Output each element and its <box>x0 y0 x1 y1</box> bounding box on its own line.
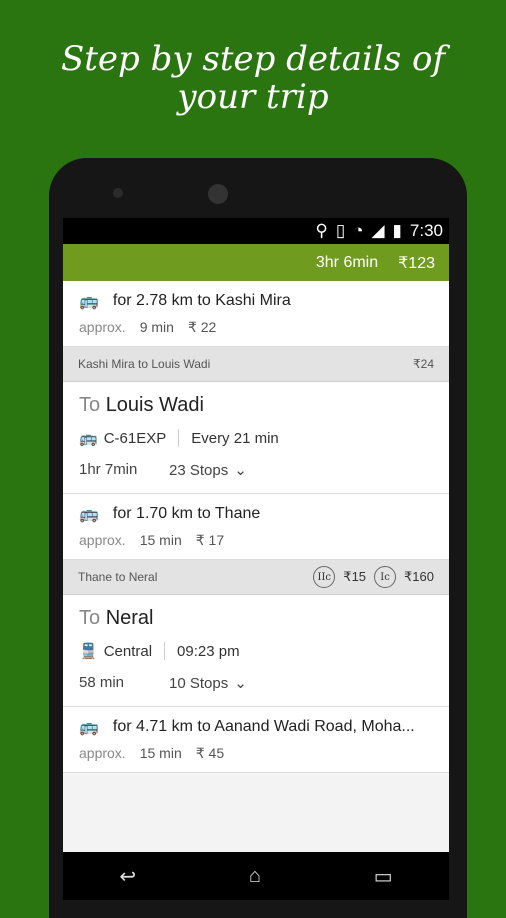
stops-count: 10 Stops <box>169 674 229 692</box>
chevron-down-icon: ⌄ <box>234 462 247 479</box>
approx-label: approx. <box>79 532 126 548</box>
walk-time: 15 min <box>139 745 182 761</box>
route-name: Central <box>103 642 153 660</box>
leg-header: Kashi Mira to Louis Wadi ₹24 <box>63 347 449 382</box>
leg-duration: 1hr 7min <box>79 461 138 478</box>
separator <box>178 429 180 447</box>
transit-leg[interactable]: To Neral 🚆 Central 09:23 pm 58 min 10 St… <box>63 595 449 707</box>
leg-header: Thane to Neral IIc ₹15 Ic ₹160 <box>63 560 449 595</box>
trip-summary: 3hr 6min ₹123 <box>63 244 449 281</box>
leg-destination: Louis Wadi <box>105 394 204 416</box>
trip-fare: ₹123 <box>398 254 435 272</box>
front-camera <box>113 188 123 198</box>
walk-fare: ₹ 17 <box>195 532 225 548</box>
train-icon: 🚆 <box>79 643 98 660</box>
bus-icon: 🚌 <box>79 506 99 523</box>
wifi-icon: ◔ <box>353 221 364 240</box>
bus-icon: 🚌 <box>79 430 98 447</box>
second-class-badge: IIc <box>313 566 336 588</box>
second-class-fare: ₹15 <box>343 569 367 584</box>
location-icon: ⚲ <box>315 221 328 240</box>
walk-step[interactable]: 🚌 for 1.70 km to Thane approx. 15 min ₹ … <box>63 494 449 560</box>
departure-time: 09:23 pm <box>177 642 240 660</box>
chevron-down-icon: ⌄ <box>234 675 247 692</box>
walk-text: for 4.71 km to Aanand Wadi Road, Moha... <box>112 718 415 735</box>
walk-text: for 1.70 km to Thane <box>112 505 261 522</box>
approx-label: approx. <box>79 319 126 335</box>
transit-leg[interactable]: To Louis Wadi 🚌 C-61EXP Every 21 min 1hr… <box>63 382 449 494</box>
headline: Step by step details of your trip <box>0 40 506 116</box>
leg-destination: Neral <box>105 607 154 629</box>
walk-time: 15 min <box>139 532 182 548</box>
leg-header-text: Kashi Mira to Louis Wadi <box>78 357 211 371</box>
recents-icon[interactable]: ▭ <box>374 864 393 889</box>
to-label: To <box>79 394 101 416</box>
to-label: To <box>79 607 101 629</box>
battery-icon: ▮ <box>392 221 402 240</box>
walk-time: 9 min <box>139 319 174 335</box>
stops-toggle[interactable]: 10 Stops ⌄ <box>169 674 247 693</box>
headline-line1: Step by step details of <box>60 39 446 79</box>
bus-icon: 🚌 <box>79 293 99 310</box>
approx-label: approx. <box>79 745 126 761</box>
walk-fare: ₹ 45 <box>195 745 225 761</box>
earpiece <box>208 184 228 204</box>
frequency: Every 21 min <box>191 429 279 447</box>
walk-text: for 2.78 km to Kashi Mira <box>112 292 291 309</box>
back-icon[interactable]: ↩ <box>119 864 136 889</box>
bus-icon: 🚌 <box>79 719 99 736</box>
trip-duration: 3hr 6min <box>315 253 379 271</box>
separator <box>164 642 166 660</box>
leg-header-text: Thane to Neral <box>78 570 158 584</box>
stops-toggle[interactable]: 23 Stops ⌄ <box>169 461 247 480</box>
first-class-badge: Ic <box>374 566 397 588</box>
status-bar: ⚲ ▯ ◔ ◢ ▮ 7:30 <box>63 218 449 244</box>
signal-icon: ◢ <box>371 221 385 240</box>
first-class-fare: ₹160 <box>404 569 434 584</box>
headline-line2: your trip <box>177 77 329 117</box>
walk-step[interactable]: 🚌 for 2.78 km to Kashi Mira approx. 9 mi… <box>63 281 449 347</box>
leg-header-fare: ₹24 <box>413 357 434 371</box>
stops-count: 23 Stops <box>169 461 229 479</box>
route-name: C-61EXP <box>103 429 167 447</box>
home-icon[interactable]: ⌂ <box>249 865 261 888</box>
walk-fare: ₹ 22 <box>187 319 217 335</box>
status-time: 7:30 <box>409 221 443 240</box>
android-nav-bar: ↩ ⌂ ▭ <box>63 852 449 900</box>
walk-step[interactable]: 🚌 for 4.71 km to Aanand Wadi Road, Moha.… <box>63 707 449 773</box>
vibrate-icon: ▯ <box>335 221 346 240</box>
leg-duration: 58 min <box>79 674 125 691</box>
app-screen: ⚲ ▯ ◔ ◢ ▮ 7:30 3hr 6min ₹123 🚌 for 2.78 … <box>63 218 449 900</box>
